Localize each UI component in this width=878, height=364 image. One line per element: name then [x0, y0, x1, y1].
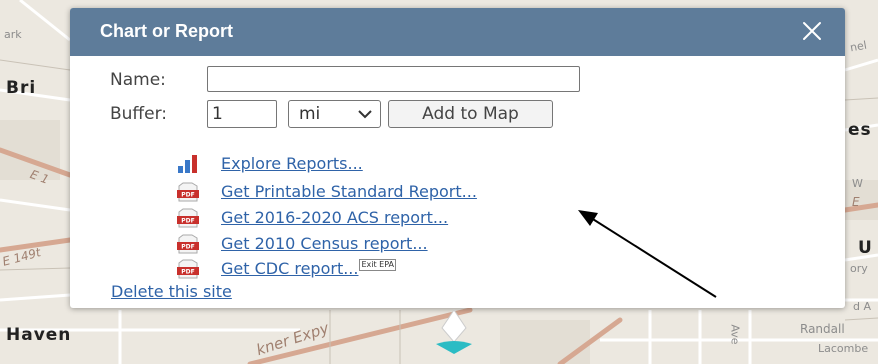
map-label-da: d A [853, 300, 872, 313]
exit-epa-badge: Exit EPA [359, 259, 397, 271]
pdf-icon: PDF [177, 182, 199, 202]
chart-report-popup: Chart or Report Name: Buffer: mi Add to … [70, 8, 845, 308]
explore-reports-link[interactable]: Explore Reports... [221, 154, 363, 173]
add-to-map-button[interactable]: Add to Map [388, 100, 553, 128]
map-label-randall: Randall [800, 322, 845, 336]
popup-title: Chart or Report [100, 21, 234, 41]
name-input[interactable] [207, 66, 580, 92]
pdf-icon: PDF [177, 234, 199, 254]
map-label-bri: Bri [6, 78, 37, 98]
unit-selected-value: mi [299, 104, 321, 124]
cdc-report-link-wrap: Get CDC report... Exit EPA [221, 259, 397, 278]
map-label-u: U [858, 238, 873, 258]
pdf-icon-text: PDF [181, 218, 194, 225]
pdf-icon-text: PDF [181, 269, 194, 276]
pdf-icon-text: PDF [181, 244, 194, 251]
bar-chart-icon [178, 155, 197, 173]
map-label-lacombe: Lacombe [818, 342, 869, 355]
popup-header: Chart or Report [70, 8, 845, 56]
map-label-haven: Haven [6, 325, 72, 345]
close-icon [803, 22, 821, 40]
delete-site-link[interactable]: Delete this site [111, 282, 232, 301]
map-label-ave: Ave [728, 324, 742, 345]
buffer-label: Buffer: [110, 104, 168, 124]
name-label: Name: [110, 70, 166, 90]
map-label-w: W [852, 177, 863, 190]
map-label-es: es [848, 120, 872, 140]
acs-report-link[interactable]: Get 2016-2020 ACS report... [221, 208, 448, 227]
pdf-icon-text: PDF [181, 192, 194, 199]
map-label-e: E [852, 195, 860, 209]
location-marker-icon[interactable] [432, 308, 476, 356]
buffer-input[interactable] [207, 100, 277, 128]
close-button[interactable] [797, 16, 827, 46]
map-label-park: ark [4, 28, 22, 41]
census-2010-report-link[interactable]: Get 2010 Census report... [221, 234, 428, 253]
chevron-down-icon [358, 110, 372, 119]
map-label-ory: ory [850, 262, 868, 275]
printable-standard-report-link[interactable]: Get Printable Standard Report... [221, 182, 477, 201]
unit-select[interactable]: mi [288, 100, 381, 128]
pdf-icon: PDF [177, 259, 199, 279]
cdc-report-link[interactable]: Get CDC report... [221, 259, 358, 278]
pdf-icon: PDF [177, 208, 199, 228]
